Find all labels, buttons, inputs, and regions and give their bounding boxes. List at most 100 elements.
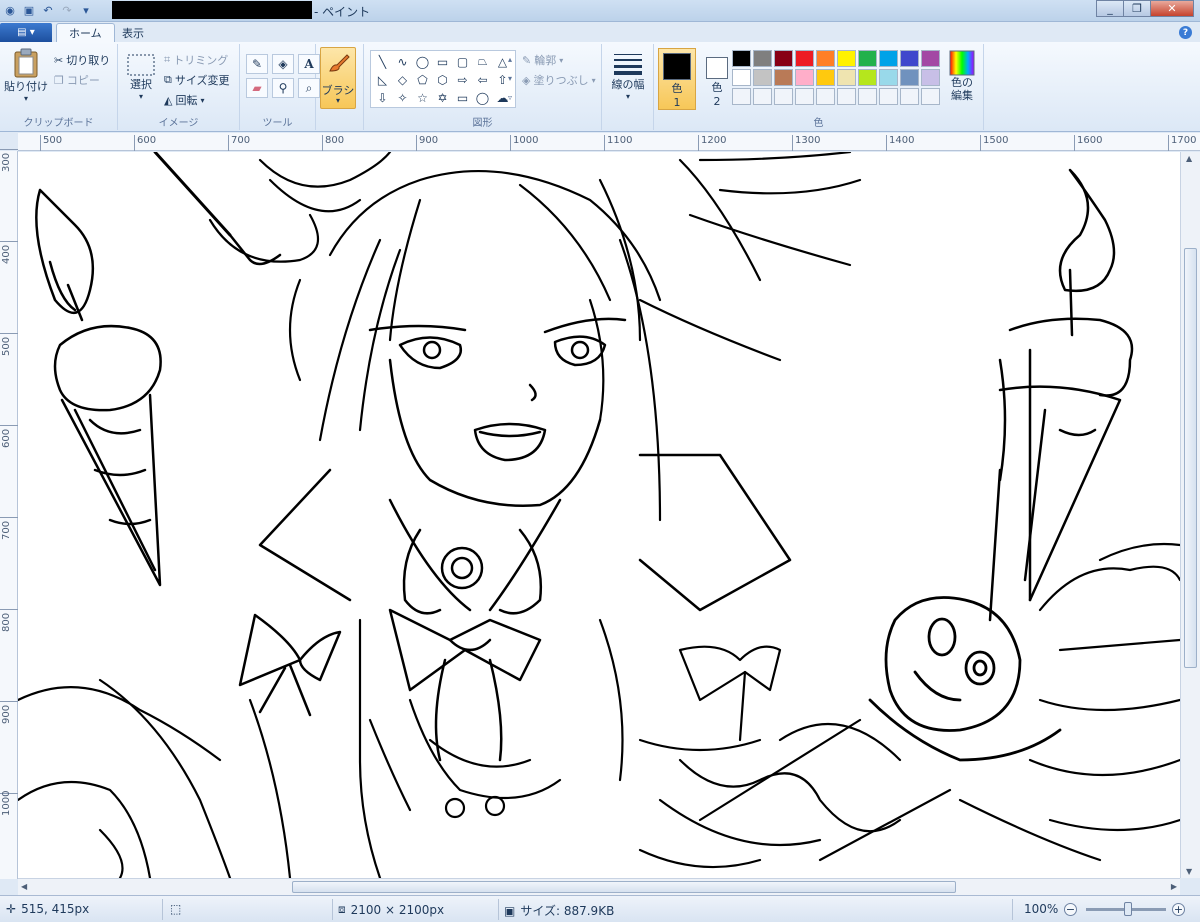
zoom-in-button[interactable]: +	[1172, 903, 1185, 916]
palette-swatch[interactable]	[858, 50, 877, 67]
custom-color-slot[interactable]	[774, 88, 793, 105]
diamond-shape-icon[interactable]: ◇	[393, 71, 412, 88]
help-icon[interactable]: ?	[1179, 26, 1192, 39]
palette-swatch[interactable]	[816, 69, 835, 86]
customize-qat-icon[interactable]: ▾	[78, 2, 94, 18]
select-label: 選択	[130, 78, 152, 91]
custom-color-slot[interactable]	[858, 88, 877, 105]
select-button[interactable]: 選択 ▾	[124, 54, 158, 101]
line-shape-icon[interactable]: ╲	[373, 53, 392, 70]
fill-icon: ◈	[522, 73, 531, 87]
shapes-scroll-icon[interactable]: ▴ ▾ ▿	[508, 50, 512, 107]
undo-icon[interactable]: ↶	[40, 2, 56, 18]
crop-button[interactable]: ⌗ トリミング	[164, 52, 228, 68]
rounded-rectangle-shape-icon[interactable]: ▢	[453, 53, 472, 70]
right-triangle-shape-icon[interactable]: ◺	[373, 71, 392, 88]
ruler-tick-label: 300	[0, 149, 18, 241]
cut-button[interactable]: ✂ 切り取り	[54, 52, 110, 68]
vertical-scrollbar[interactable]: ▲ ▼	[1180, 152, 1200, 878]
redo-icon[interactable]: ↷	[59, 2, 75, 18]
palette-swatch[interactable]	[879, 50, 898, 67]
rotate-button[interactable]: ◭ 回転 ▾	[164, 92, 204, 108]
polygon-shape-icon[interactable]: ⏢	[473, 53, 492, 70]
palette-swatch[interactable]	[753, 50, 772, 67]
custom-color-slot[interactable]	[900, 88, 919, 105]
palette-swatch[interactable]	[858, 69, 877, 86]
fill-bucket-icon[interactable]: ◈	[272, 54, 294, 74]
scroll-right-icon[interactable]: ▶	[1171, 882, 1177, 891]
rect-callout-shape-icon[interactable]: ▭	[453, 89, 472, 106]
palette-swatch[interactable]	[837, 69, 856, 86]
eraser-icon[interactable]: ▰	[246, 78, 268, 98]
rotate-label: 回転	[175, 94, 198, 107]
size-button[interactable]: 線の幅 ▾	[608, 52, 648, 101]
paint-app-icon[interactable]: ◉	[2, 2, 18, 18]
scroll-down-icon[interactable]: ▼	[1186, 867, 1192, 876]
pencil-icon[interactable]: ✎	[246, 54, 268, 74]
brush-button[interactable]: ブラシ ▾	[320, 47, 356, 109]
palette-swatch[interactable]	[816, 50, 835, 67]
app-menu-button[interactable]: ▤ ▾	[0, 23, 52, 42]
pentagon-shape-icon[interactable]: ⬠	[413, 71, 432, 88]
color2-button[interactable]: 色 2	[698, 48, 736, 110]
custom-color-slot[interactable]	[837, 88, 856, 105]
custom-color-slot[interactable]	[879, 88, 898, 105]
palette-swatch[interactable]	[774, 69, 793, 86]
rectangle-shape-icon[interactable]: ▭	[433, 53, 452, 70]
selection-rectangle-icon	[127, 54, 155, 76]
five-point-star-shape-icon[interactable]: ☆	[413, 89, 432, 106]
save-icon[interactable]: ▣	[21, 2, 37, 18]
oval-shape-icon[interactable]: ◯	[413, 53, 432, 70]
custom-color-slot[interactable]	[753, 88, 772, 105]
color-picker-icon[interactable]: ⚲	[272, 78, 294, 98]
zoom-out-button[interactable]: −	[1064, 903, 1077, 916]
resize-button[interactable]: ⧉ サイズ変更	[164, 72, 230, 88]
palette-swatch[interactable]	[774, 50, 793, 67]
fill-button[interactable]: ◈ 塗りつぶし ▾	[522, 72, 596, 88]
curve-shape-icon[interactable]: ∿	[393, 53, 412, 70]
scroll-left-icon[interactable]: ◀	[21, 882, 27, 891]
down-arrow-shape-icon[interactable]: ⇩	[373, 89, 392, 106]
file-size: ▣ サイズ: 887.9KB	[504, 902, 614, 919]
maximize-button[interactable]: ❐	[1123, 0, 1150, 17]
palette-swatch[interactable]	[795, 50, 814, 67]
palette-swatch[interactable]	[900, 50, 919, 67]
palette-swatch[interactable]	[921, 50, 940, 67]
four-point-star-shape-icon[interactable]: ✧	[393, 89, 412, 106]
paste-button[interactable]: 貼り付け ▾	[4, 48, 48, 103]
tab-home[interactable]: ホーム	[56, 23, 115, 42]
clipboard-icon	[13, 48, 39, 78]
palette-swatch[interactable]	[753, 69, 772, 86]
six-point-star-shape-icon[interactable]: ✡	[433, 89, 452, 106]
oval-callout-shape-icon[interactable]: ◯	[473, 89, 492, 106]
color1-button[interactable]: 色 1	[658, 48, 696, 110]
custom-color-slot[interactable]	[921, 88, 940, 105]
palette-swatch[interactable]	[732, 69, 751, 86]
vertical-scroll-thumb[interactable]	[1184, 248, 1197, 668]
left-arrow-shape-icon[interactable]: ⇦	[473, 71, 492, 88]
minimize-button[interactable]: _	[1096, 0, 1123, 17]
palette-swatch[interactable]	[795, 69, 814, 86]
zoom-slider-thumb[interactable]	[1124, 902, 1132, 916]
palette-swatch[interactable]	[732, 50, 751, 67]
copy-button[interactable]: ❐ コピー	[54, 72, 100, 88]
palette-swatch[interactable]	[837, 50, 856, 67]
horizontal-scrollbar[interactable]: ◀ ▶	[18, 878, 1180, 895]
drawing-canvas[interactable]	[18, 152, 1180, 878]
palette-swatch[interactable]	[921, 69, 940, 86]
custom-color-slot[interactable]	[732, 88, 751, 105]
scroll-up-icon[interactable]: ▲	[1186, 154, 1192, 163]
outline-button[interactable]: ✎ 輪郭 ▾	[522, 52, 563, 68]
right-arrow-shape-icon[interactable]: ⇨	[453, 71, 472, 88]
copy-icon: ❐	[54, 73, 64, 87]
custom-color-slot[interactable]	[816, 88, 835, 105]
tab-view[interactable]: 表示	[110, 23, 156, 42]
custom-color-slot[interactable]	[795, 88, 814, 105]
edit-colors-button[interactable]: 色の編集	[944, 50, 980, 102]
close-button[interactable]: ✕	[1150, 0, 1194, 17]
horizontal-scroll-thumb[interactable]	[292, 881, 956, 893]
palette-swatch[interactable]	[879, 69, 898, 86]
palette-swatch[interactable]	[900, 69, 919, 86]
image-group-label: イメージ	[158, 118, 199, 129]
hexagon-shape-icon[interactable]: ⬡	[433, 71, 452, 88]
